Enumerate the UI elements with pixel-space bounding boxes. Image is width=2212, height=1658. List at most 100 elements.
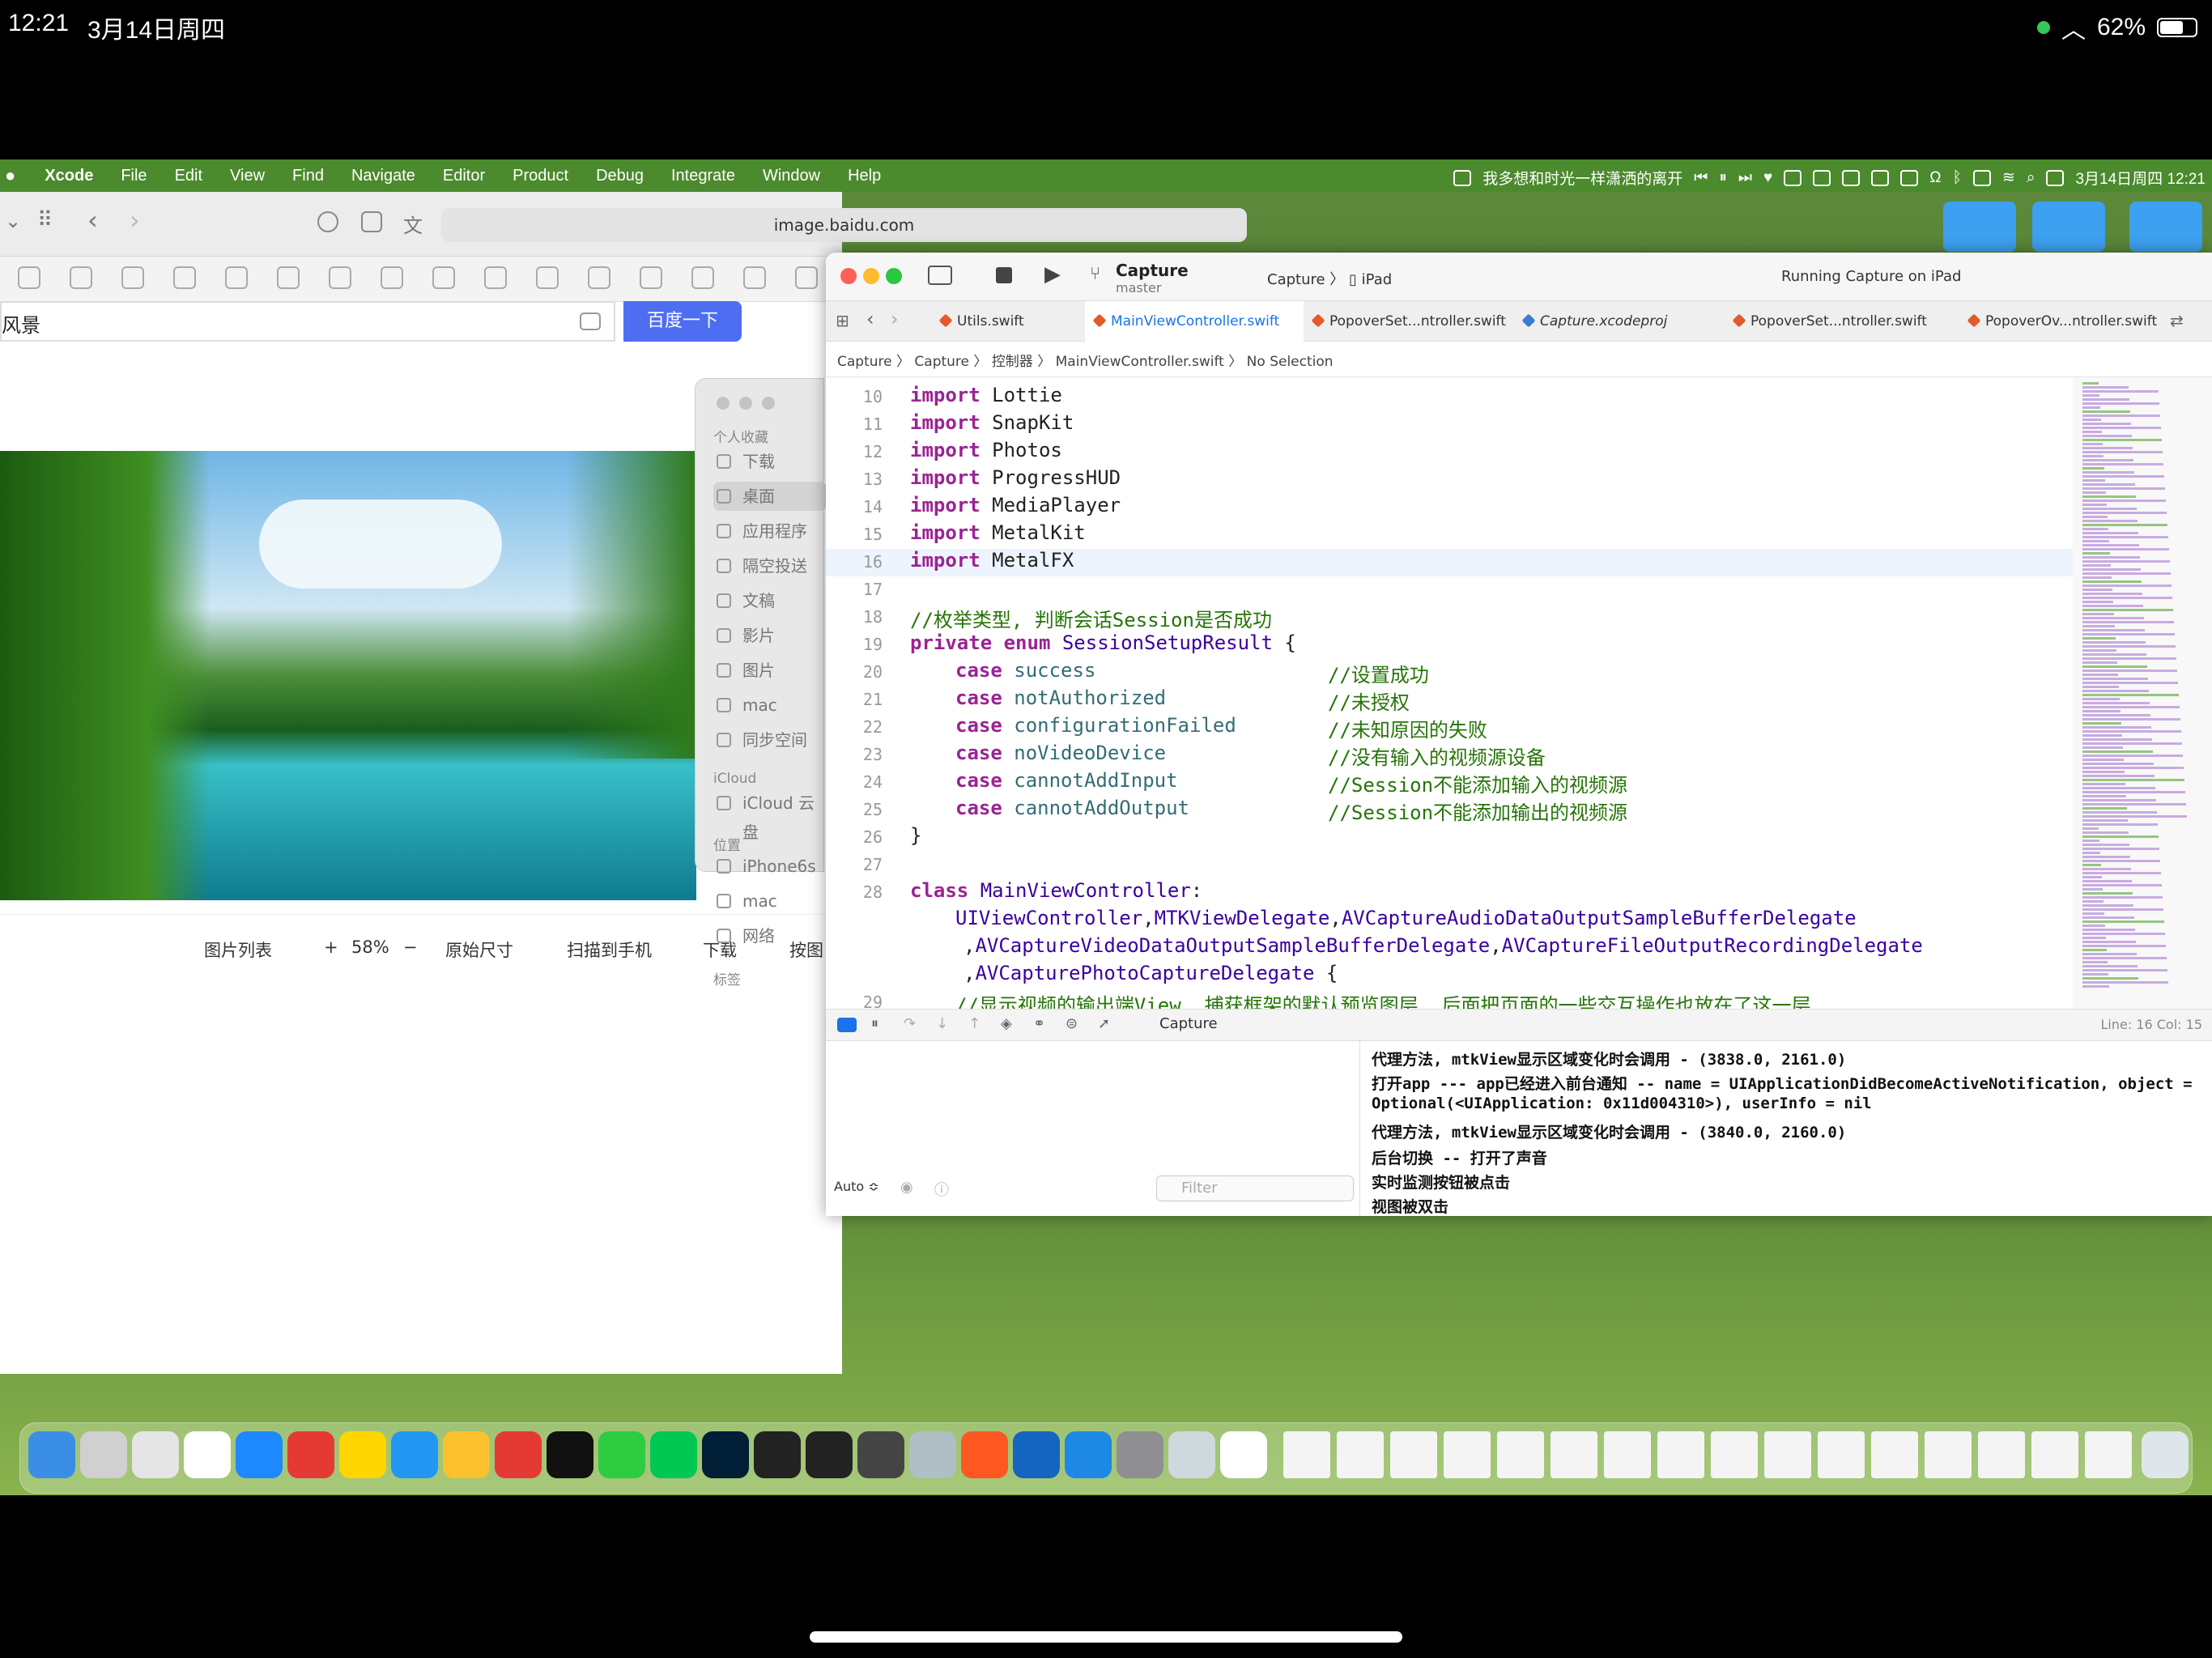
wechat-icon[interactable] bbox=[598, 1431, 645, 1478]
sidebar-item-iphone[interactable]: iPhone6s bbox=[713, 852, 827, 881]
bookmark-cloud-icon[interactable] bbox=[691, 266, 714, 289]
console-output[interactable]: 代理方法, mtkView显示区域变化时会调用 - (3838.0, 2161.… bbox=[1360, 1041, 2212, 1216]
step-into-icon[interactable]: ↓ bbox=[936, 1015, 948, 1032]
minimized-window-thumbnail[interactable] bbox=[1390, 1431, 1437, 1478]
sidebar-item-downloads[interactable]: 下载 bbox=[713, 447, 827, 476]
play-circle-icon[interactable] bbox=[1813, 169, 1831, 186]
back-icon[interactable]: ‹ bbox=[87, 205, 98, 236]
close-dot-icon[interactable] bbox=[717, 397, 730, 410]
crumb-project[interactable]: Capture bbox=[837, 354, 892, 370]
bookmark-apple-icon[interactable] bbox=[588, 266, 610, 289]
system-settings-icon[interactable] bbox=[1117, 1431, 1163, 1478]
bookmark-icon[interactable] bbox=[121, 266, 144, 289]
original-size-button[interactable]: 原始尺寸 bbox=[445, 937, 513, 962]
menu-edit[interactable]: Edit bbox=[175, 167, 202, 185]
maps-icon[interactable] bbox=[132, 1431, 179, 1478]
desktop-item-icon[interactable] bbox=[1943, 202, 2016, 252]
minimized-window-thumbnail[interactable] bbox=[1283, 1431, 1330, 1478]
sidebar-item-mac[interactable]: mac bbox=[713, 691, 827, 720]
battery-menu-icon[interactable] bbox=[1972, 169, 1991, 186]
zoom-dot-icon[interactable] bbox=[762, 397, 775, 410]
run-destination[interactable]: Capture 〉 ▯ iPad bbox=[1267, 268, 1392, 289]
address-bar[interactable]: image.baidu.com bbox=[441, 208, 1247, 242]
tab-popover-overlay[interactable]: PopoverOv...ntroller.swift bbox=[1959, 301, 2162, 342]
control-center-icon[interactable] bbox=[2046, 169, 2065, 186]
privacy-icon[interactable] bbox=[317, 211, 338, 232]
minimize-icon[interactable] bbox=[863, 268, 879, 284]
sidebar-item-network[interactable]: 网络 bbox=[713, 921, 827, 950]
bookmark-apple-icon[interactable] bbox=[277, 266, 300, 289]
minimized-window-thumbnail[interactable] bbox=[1871, 1431, 1918, 1478]
bookmark-icon[interactable] bbox=[432, 266, 455, 289]
back-icon[interactable]: ‹ bbox=[866, 308, 874, 330]
navigator-toggle-icon[interactable] bbox=[928, 266, 952, 285]
minimized-window-thumbnail[interactable] bbox=[1711, 1431, 1758, 1478]
minimized-window-thumbnail[interactable] bbox=[1604, 1431, 1651, 1478]
stop-icon[interactable] bbox=[996, 267, 1012, 283]
step-over-icon[interactable]: ↷ bbox=[904, 1015, 916, 1032]
zoom-in-icon[interactable]: + bbox=[324, 937, 338, 957]
minimized-window-thumbnail[interactable] bbox=[2031, 1431, 2078, 1478]
extension-icon[interactable] bbox=[361, 211, 382, 232]
baidu-search-button[interactable]: 百度一下 bbox=[623, 301, 742, 342]
split-editor-icon[interactable]: ⇄ bbox=[2170, 311, 2184, 330]
qq-icon[interactable] bbox=[547, 1431, 593, 1478]
menu-navigate[interactable]: Navigate bbox=[351, 167, 415, 185]
safari-icon[interactable] bbox=[391, 1431, 438, 1478]
apple-menu-icon[interactable]: ● bbox=[5, 165, 15, 186]
minimized-window-thumbnail[interactable] bbox=[1444, 1431, 1491, 1478]
sidebar-item-sync[interactable]: 同步空间 bbox=[713, 725, 827, 755]
forward-icon[interactable]: › bbox=[130, 205, 140, 236]
bluetooth-icon[interactable]: ᛒ bbox=[1953, 169, 1962, 187]
app-store-icon[interactable] bbox=[236, 1431, 283, 1478]
photos-icon[interactable] bbox=[1220, 1431, 1267, 1478]
pause-icon[interactable]: ⏸ bbox=[1719, 169, 1727, 187]
crumb-group[interactable]: Capture bbox=[914, 354, 969, 370]
environment-icon[interactable]: ⊜ bbox=[1066, 1015, 1078, 1032]
forward-icon[interactable]: › bbox=[891, 308, 899, 330]
tab-popover-settings-2[interactable]: PopoverSet...ntroller.swift bbox=[1725, 301, 1935, 342]
gear-app-icon[interactable] bbox=[857, 1431, 904, 1478]
minimized-window-thumbnail[interactable] bbox=[2085, 1431, 2132, 1478]
now-playing-title[interactable]: 我多想和时光一样潇洒的离开 bbox=[1482, 167, 1682, 189]
bookmark-icon[interactable] bbox=[225, 266, 248, 289]
sidebar-item-documents[interactable]: 文稿 bbox=[713, 586, 827, 615]
trash-icon[interactable] bbox=[2142, 1431, 2189, 1478]
sidebar-item-airdrop[interactable]: 隔空投送 bbox=[713, 551, 827, 580]
sidebar-item-icloud-drive[interactable]: iCloud 云盘 bbox=[713, 789, 827, 842]
file-transfer-icon[interactable] bbox=[339, 1431, 386, 1478]
grid-icon[interactable]: ⊞ bbox=[836, 311, 849, 330]
bookmark-wechat-icon[interactable] bbox=[70, 266, 92, 289]
menu-integrate[interactable]: Integrate bbox=[671, 167, 735, 185]
preview-icon[interactable] bbox=[909, 1431, 956, 1478]
crumb-file[interactable]: MainViewController.swift bbox=[1056, 354, 1224, 370]
minimized-window-thumbnail[interactable] bbox=[1818, 1431, 1865, 1478]
menu-product[interactable]: Product bbox=[513, 167, 568, 185]
finder-icon[interactable] bbox=[28, 1431, 75, 1478]
minimized-window-thumbnail[interactable] bbox=[1925, 1431, 1972, 1478]
baidu-search-input[interactable]: 风景 bbox=[0, 301, 615, 342]
netease-icon[interactable] bbox=[1784, 169, 1802, 186]
spotlight-icon[interactable]: ⌕ bbox=[2027, 169, 2035, 187]
run-icon[interactable]: ▶ bbox=[1044, 262, 1061, 287]
sidebar-chevron-icon[interactable]: ⌄ bbox=[5, 210, 21, 232]
sidebar-item-desktop[interactable]: 桌面 bbox=[713, 482, 827, 511]
crumb-selection[interactable]: No Selection bbox=[1247, 354, 1334, 370]
memory-graph-icon[interactable]: ⚭ bbox=[1033, 1015, 1045, 1032]
menu-clock[interactable]: 3月14日周四 12:21 bbox=[2075, 167, 2206, 189]
bookmark-github-icon[interactable] bbox=[18, 266, 40, 289]
bookmark-icon[interactable] bbox=[743, 266, 766, 289]
crumb-folder[interactable]: 控制器 bbox=[992, 354, 1033, 370]
calendar-icon[interactable] bbox=[184, 1431, 231, 1478]
menu-find[interactable]: Find bbox=[292, 167, 324, 185]
menu-file[interactable]: File bbox=[121, 167, 147, 185]
step-out-icon[interactable]: ↑ bbox=[968, 1015, 981, 1032]
view-debugger-icon[interactable]: ◈ bbox=[1001, 1015, 1012, 1032]
location-icon[interactable]: ➚ bbox=[1098, 1015, 1110, 1032]
landscape-image[interactable] bbox=[0, 451, 696, 900]
sidebar-item-mac-location[interactable]: mac bbox=[713, 886, 827, 916]
scheme-name[interactable]: Capture bbox=[1116, 261, 1189, 280]
input-method-icon[interactable] bbox=[1453, 169, 1472, 186]
code-editor[interactable]: 10 import Lottie 11 import SnapKit 12 import … bbox=[826, 377, 2073, 1009]
bookmark-icon[interactable] bbox=[173, 266, 196, 289]
